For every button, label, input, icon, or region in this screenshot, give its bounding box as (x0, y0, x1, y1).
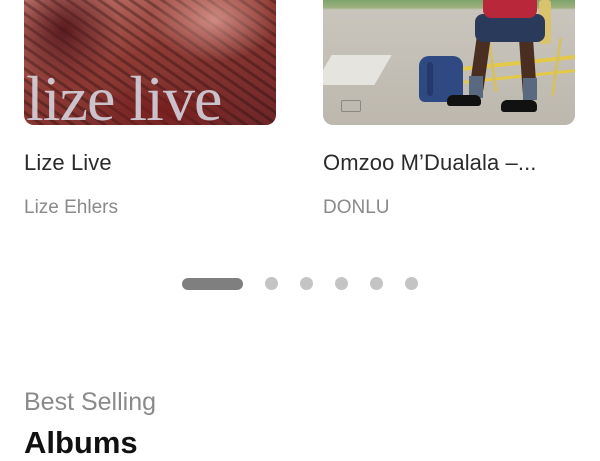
section-heading: Albums (24, 425, 138, 460)
pager-dot-active[interactable] (182, 278, 243, 290)
album-title[interactable]: Omzoo M’Dualala –... (323, 150, 537, 176)
figure-shoe-graphic (447, 95, 481, 106)
pager-dot[interactable] (405, 277, 418, 290)
road-marking (323, 55, 392, 85)
figure-shoe-graphic (501, 100, 537, 112)
album-cover-lize-live[interactable]: lize live (24, 0, 276, 125)
album-artist[interactable]: DONLU (323, 197, 390, 219)
section-kicker: Best Selling (24, 388, 157, 416)
figure-sock-graphic (523, 78, 537, 100)
figure-shirt-graphic (483, 0, 537, 18)
backpack-strap-graphic (427, 62, 433, 96)
figure-shorts-graphic (475, 14, 545, 42)
album-cover-omzoo[interactable] (323, 0, 575, 125)
album-artist[interactable]: Lize Ehlers (24, 197, 118, 219)
album-card-omzoo[interactable]: Omzoo M’Dualala –... DONLU (323, 0, 575, 218)
chair-leg-graphic (550, 38, 563, 96)
pager-dot[interactable] (300, 277, 313, 290)
pager-dot[interactable] (370, 277, 383, 290)
album-title[interactable]: Lize Live (24, 150, 112, 176)
pager-dot[interactable] (265, 277, 278, 290)
album-card-lize-live[interactable]: lize live Lize Live Lize Ehlers (24, 0, 276, 218)
pager-dot[interactable] (335, 277, 348, 290)
cover-artwork-title: lize live (26, 63, 222, 126)
cd-icon (341, 100, 361, 112)
